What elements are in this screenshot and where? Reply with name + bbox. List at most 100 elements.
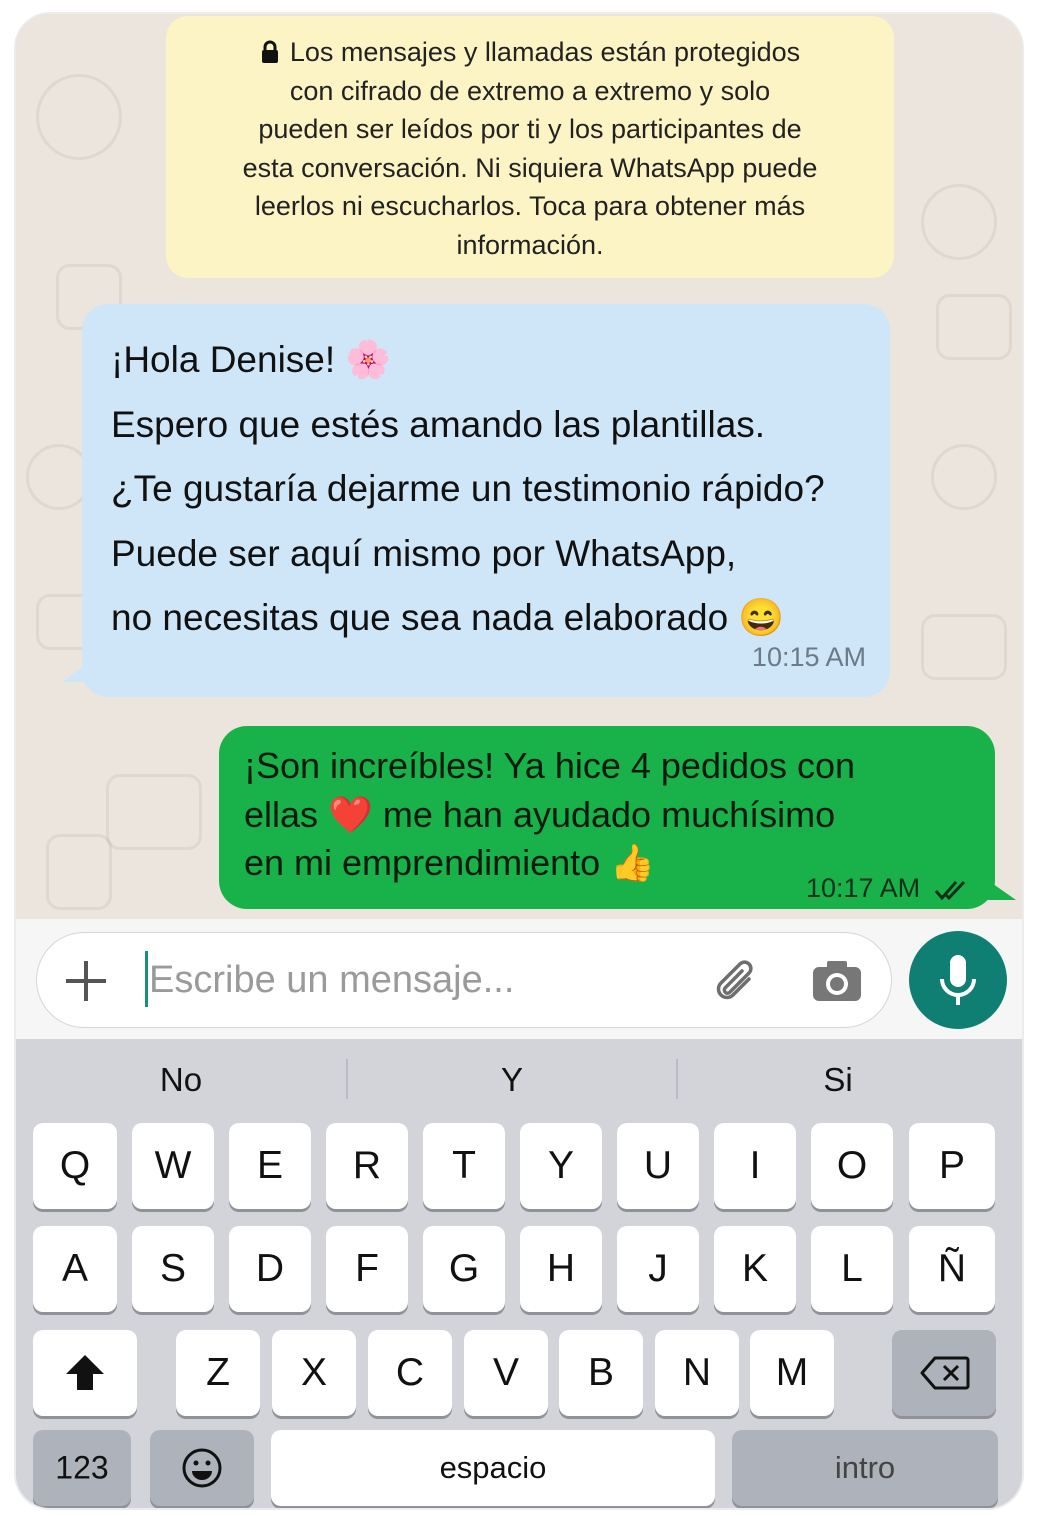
key-w[interactable]: W <box>132 1123 214 1209</box>
key-q[interactable]: Q <box>33 1123 117 1209</box>
key-t[interactable]: T <box>423 1123 505 1209</box>
key-label: F <box>355 1247 379 1290</box>
key-j[interactable]: J <box>617 1226 699 1312</box>
double-check-icon <box>934 880 965 901</box>
notice-line: información. <box>456 229 604 260</box>
encryption-notice[interactable]: Los mensajes y llamadas están protegidos… <box>166 16 894 278</box>
key-b[interactable]: B <box>559 1330 643 1416</box>
key-label: W <box>154 1144 192 1187</box>
message-line: ¡Hola Denise! 🌸 <box>111 339 392 380</box>
incoming-message[interactable]: ¡Hola Denise! 🌸 Espero que estés amando … <box>82 304 890 697</box>
key-label: B <box>587 1351 614 1394</box>
notice-line: pueden ser leídos por ti y los participa… <box>258 114 802 144</box>
phone-screen: Los mensajes y llamadas están protegidos… <box>16 14 1022 1508</box>
key-a[interactable]: A <box>33 1226 117 1312</box>
key-label: Z <box>206 1351 230 1394</box>
key-n-tilde[interactable]: Ñ <box>909 1226 995 1312</box>
key-c[interactable]: C <box>368 1330 452 1416</box>
notice-line: con cifrado de extremo a extremo y solo <box>289 75 771 106</box>
suggestion-y[interactable]: Y <box>348 1055 676 1105</box>
wallpaper-doodle <box>936 294 1012 360</box>
key-e[interactable]: E <box>229 1123 311 1209</box>
emoji-icon <box>182 1448 222 1488</box>
key-h[interactable]: H <box>520 1226 602 1312</box>
key-i[interactable]: I <box>714 1123 796 1209</box>
key-p[interactable]: P <box>909 1123 995 1209</box>
wallpaper-doodle <box>46 834 112 910</box>
message-placeholder: Escribe un mensaje... <box>149 959 515 1001</box>
message-line: Puede ser aquí mismo por WhatsApp, <box>111 532 737 574</box>
key-label: C <box>395 1351 425 1394</box>
paperclip-icon[interactable] <box>709 953 765 1009</box>
key-label: Q <box>59 1144 91 1187</box>
return-key[interactable]: intro <box>732 1430 998 1506</box>
key-label: X <box>300 1351 327 1394</box>
key-label: K <box>741 1247 768 1290</box>
plus-icon[interactable] <box>63 958 109 1004</box>
key-s[interactable]: S <box>132 1226 214 1312</box>
key-n[interactable]: N <box>655 1330 739 1416</box>
camera-icon[interactable] <box>809 953 865 1009</box>
key-label: N <box>682 1351 712 1394</box>
key-f[interactable]: F <box>326 1226 408 1312</box>
key-label: Ñ <box>937 1247 967 1290</box>
notice-line: esta conversación. Ni siquiera WhatsApp … <box>242 152 818 183</box>
key-label: Y <box>547 1144 574 1187</box>
message-line: no necesitas que sea nada elaborado 😄 <box>111 597 785 638</box>
backspace-icon <box>920 1356 970 1390</box>
key-g[interactable]: G <box>423 1226 505 1312</box>
key-label: espacio <box>439 1450 547 1485</box>
key-label: O <box>836 1144 868 1187</box>
key-l[interactable]: L <box>811 1226 893 1312</box>
emoji-key[interactable] <box>150 1430 254 1506</box>
notice-line: Los mensajes y llamadas están protegidos <box>194 33 866 72</box>
key-u[interactable]: U <box>617 1123 699 1209</box>
key-label: R <box>352 1144 382 1187</box>
key-label: M <box>775 1351 809 1394</box>
key-label: T <box>452 1144 476 1187</box>
key-v[interactable]: V <box>464 1330 548 1416</box>
wallpaper-doodle <box>931 444 997 510</box>
message-line: ellas ❤️ me han ayudado muchísimo <box>244 793 836 835</box>
outgoing-message[interactable]: ¡Son increíbles! Ya hice 4 pedidos con e… <box>219 726 995 909</box>
numbers-key[interactable]: 123 <box>33 1430 131 1506</box>
lock-icon <box>261 40 278 63</box>
message-line: ¿Te gustaría dejarme un testimonio rápid… <box>111 468 825 509</box>
suggestion-no[interactable]: No <box>16 1055 346 1105</box>
key-k[interactable]: K <box>714 1226 796 1312</box>
message-timestamp: 10:15 AM <box>751 642 866 672</box>
message-input[interactable]: Escribe un mensaje... <box>36 932 892 1028</box>
suggestion-si[interactable]: Si <box>678 1055 998 1105</box>
key-label: D <box>255 1247 285 1290</box>
key-label: A <box>61 1247 88 1290</box>
message-input-bar: Escribe un mensaje... <box>16 919 1022 1039</box>
key-d[interactable]: D <box>229 1226 311 1312</box>
key-label: intro <box>834 1450 896 1485</box>
wallpaper-doodle <box>106 774 202 850</box>
text-cursor <box>145 951 148 1007</box>
space-key[interactable]: espacio <box>271 1430 715 1506</box>
key-o[interactable]: O <box>811 1123 893 1209</box>
key-z[interactable]: Z <box>176 1330 260 1416</box>
key-label: V <box>492 1351 519 1394</box>
chat-area[interactable]: Los mensajes y llamadas están protegidos… <box>16 14 1022 919</box>
backspace-key[interactable] <box>892 1330 996 1416</box>
key-label: S <box>159 1247 186 1290</box>
key-y[interactable]: Y <box>520 1123 602 1209</box>
key-r[interactable]: R <box>326 1123 408 1209</box>
key-label: H <box>546 1247 576 1290</box>
wallpaper-doodle <box>921 614 1007 680</box>
key-m[interactable]: M <box>750 1330 834 1416</box>
key-label: L <box>841 1247 863 1290</box>
key-label: 123 <box>55 1449 109 1486</box>
message-timestamp: 10:17 AM <box>806 873 921 903</box>
key-label: P <box>938 1144 965 1187</box>
notice-line: leerlos ni escucharlos. Toca para obtene… <box>254 191 806 221</box>
voice-message-button[interactable] <box>909 931 1007 1029</box>
key-label: I <box>749 1144 761 1187</box>
shift-key[interactable] <box>33 1330 137 1416</box>
wallpaper-doodle <box>921 184 997 260</box>
key-x[interactable]: X <box>272 1330 356 1416</box>
key-label: G <box>448 1247 480 1290</box>
shift-icon <box>66 1355 104 1390</box>
